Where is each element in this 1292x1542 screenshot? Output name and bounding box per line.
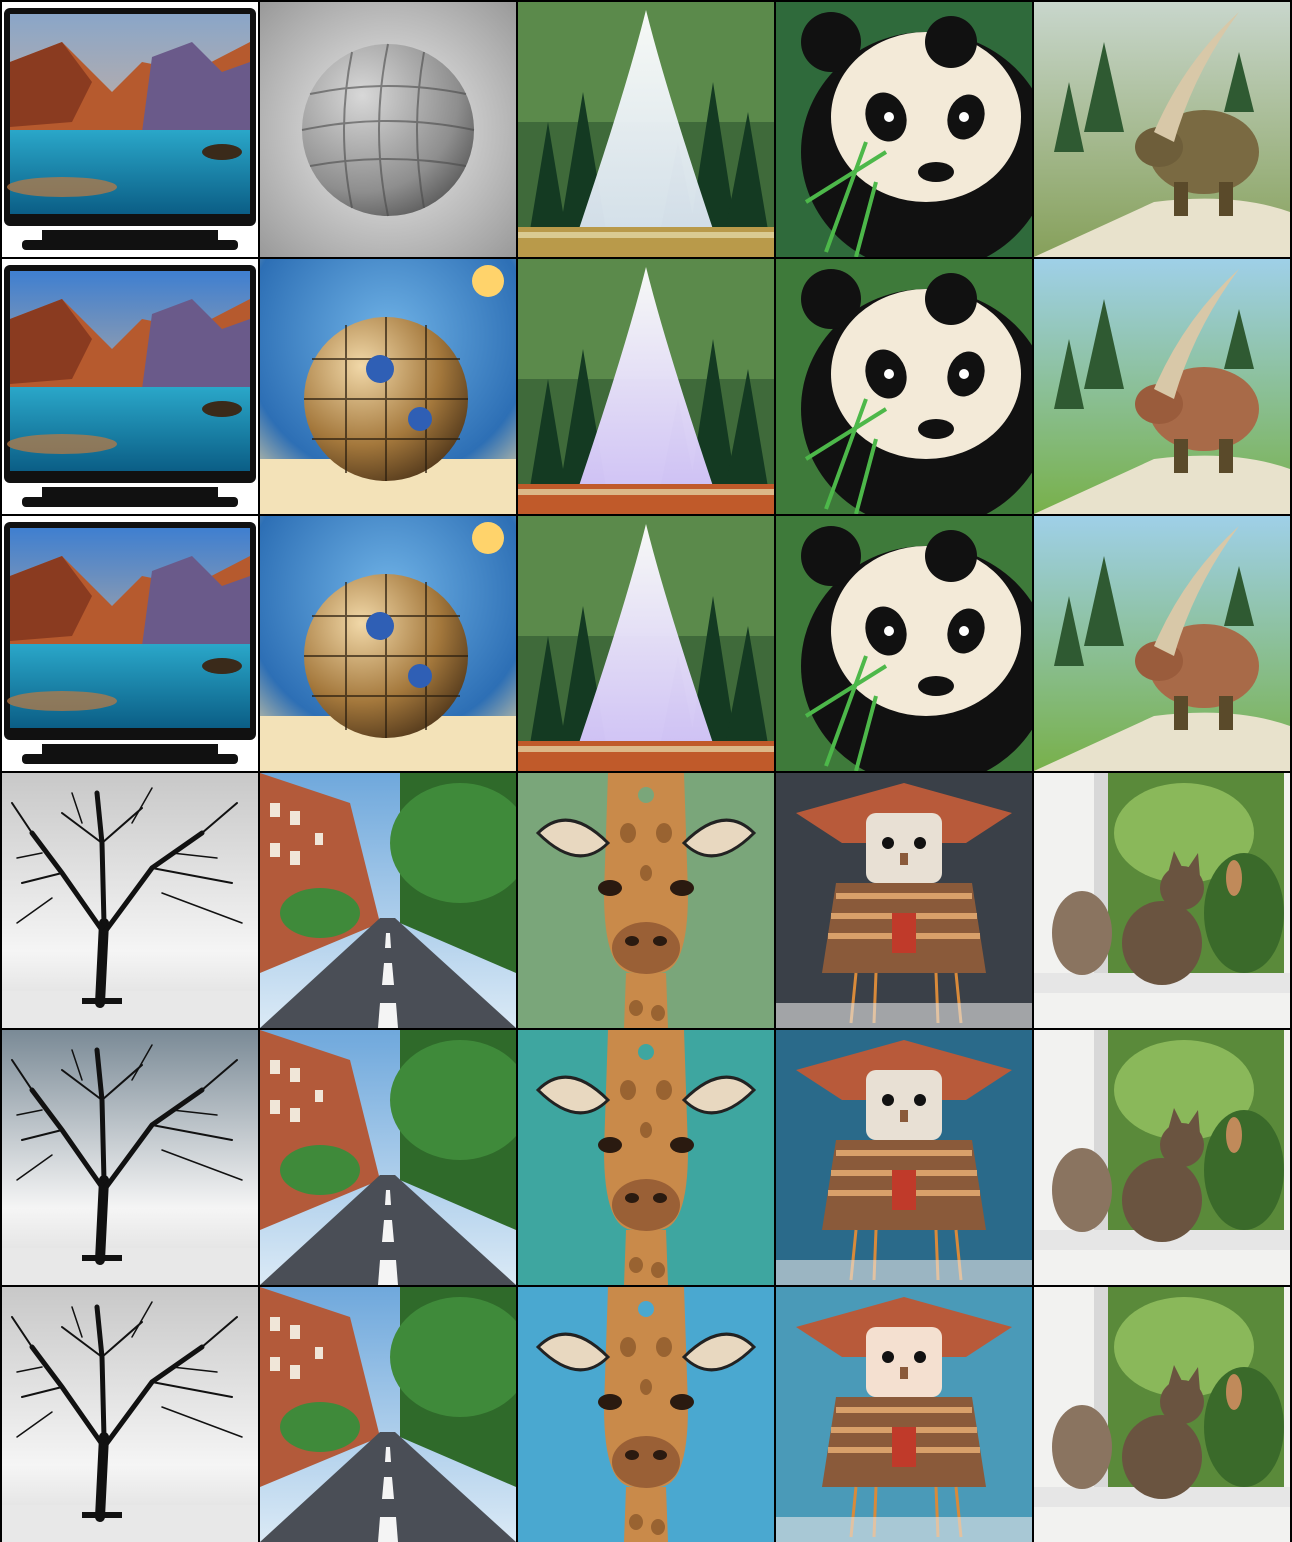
image-tile-panda — [776, 516, 1032, 771]
image-tile-tv — [2, 2, 258, 257]
tv-image — [2, 259, 258, 514]
street-image — [260, 1287, 516, 1542]
doll-image — [776, 1030, 1032, 1285]
image-tile-doll — [776, 773, 1032, 1028]
tv-image — [2, 516, 258, 771]
image-tile-doll — [776, 1287, 1032, 1542]
image-tile-geyser — [518, 259, 774, 514]
panda-image — [776, 2, 1032, 257]
giraffe-image — [518, 1030, 774, 1285]
image-tile-cat — [1034, 1287, 1290, 1542]
image-tile-geyser — [518, 516, 774, 771]
image-tile-cat — [1034, 1030, 1290, 1285]
doll-image — [776, 773, 1032, 1028]
image-tile-rhino — [1034, 2, 1290, 257]
image-tile-giraffe — [518, 773, 774, 1028]
image-tile-doll — [776, 1030, 1032, 1285]
geyser-image — [518, 259, 774, 514]
image-tile-giraffe — [518, 1030, 774, 1285]
image-tile-panda — [776, 259, 1032, 514]
image-tile-sphere — [260, 516, 516, 771]
giraffe-image — [518, 1287, 774, 1542]
image-tile-street — [260, 773, 516, 1028]
tv-image — [2, 2, 258, 257]
rhino-image — [1034, 2, 1290, 257]
sphere-image — [260, 516, 516, 771]
geyser-image — [518, 516, 774, 771]
image-tile-cat — [1034, 773, 1290, 1028]
image-tile-sphere — [260, 259, 516, 514]
cat-image — [1034, 773, 1290, 1028]
image-tile-geyser — [518, 2, 774, 257]
image-grid — [2, 2, 1290, 1542]
image-tile-tree — [2, 1030, 258, 1285]
tree-image — [2, 773, 258, 1028]
image-tile-rhino — [1034, 516, 1290, 771]
doll-image — [776, 1287, 1032, 1542]
image-tile-rhino — [1034, 259, 1290, 514]
rhino-image — [1034, 259, 1290, 514]
image-tile-giraffe — [518, 1287, 774, 1542]
cat-image — [1034, 1287, 1290, 1542]
tree-image — [2, 1287, 258, 1542]
cat-image — [1034, 1030, 1290, 1285]
image-tile-panda — [776, 2, 1032, 257]
sphere-image — [260, 2, 516, 257]
image-tile-street — [260, 1287, 516, 1542]
sphere-image — [260, 259, 516, 514]
street-image — [260, 773, 516, 1028]
giraffe-image — [518, 773, 774, 1028]
image-tile-sphere — [260, 2, 516, 257]
rhino-image — [1034, 516, 1290, 771]
image-tile-street — [260, 1030, 516, 1285]
tree-image — [2, 1030, 258, 1285]
image-tile-tree — [2, 1287, 258, 1542]
image-tile-tree — [2, 773, 258, 1028]
panda-image — [776, 516, 1032, 771]
image-tile-tv — [2, 259, 258, 514]
image-tile-tv — [2, 516, 258, 771]
street-image — [260, 1030, 516, 1285]
geyser-image — [518, 2, 774, 257]
panda-image — [776, 259, 1032, 514]
